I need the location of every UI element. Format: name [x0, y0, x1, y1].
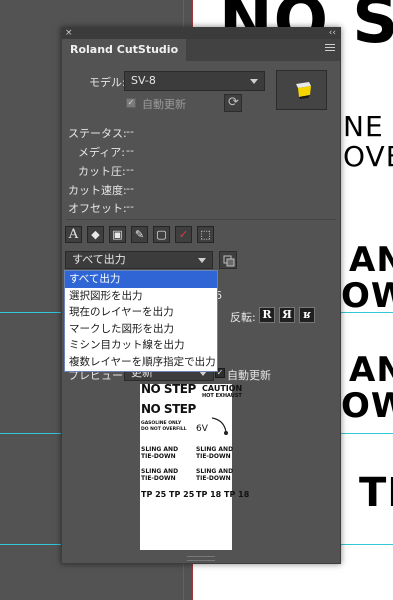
reverse-normal-button[interactable]: R [259, 307, 275, 323]
cyan-guide-4 [340, 433, 393, 434]
preview-caution: CAUTION [202, 384, 243, 393]
chevron-down-icon [198, 258, 206, 263]
output-mode-value: すべて出力 [72, 253, 126, 266]
dropdown-option-output-current-layer[interactable]: 現在のレイヤーを出力 [65, 304, 217, 321]
dropdown-option-output-layer-order[interactable]: 複数レイヤーを順序指定で出力 [65, 354, 217, 371]
pen-path-button[interactable]: ✎ [131, 226, 148, 243]
chevron-down-icon [199, 371, 207, 376]
cutter-device-button[interactable] [276, 70, 327, 110]
canvas-text-ow-2: OW [341, 386, 393, 426]
preview-sling-4: SLING AND [196, 468, 234, 475]
crop-marks-icon: ▢ [156, 228, 167, 241]
preview-no-step-2: NO STEP [141, 402, 196, 416]
eraser-button[interactable]: ◆ [87, 226, 104, 243]
group-shapes-button[interactable]: ▣ [109, 226, 126, 243]
cyan-guide-1 [0, 312, 62, 313]
canvas-text-tr: TR [359, 470, 393, 516]
model-select[interactable]: SV-8 [124, 71, 265, 91]
canvas-text-ne-c: NE C [343, 110, 393, 143]
preview-tp25: TP 25 TP 25 [141, 490, 195, 499]
preview-tp18: TP 18 TP 18 [196, 490, 250, 499]
preview-arc-mark [211, 417, 228, 435]
section-divider [66, 219, 336, 220]
copy-button[interactable] [219, 251, 237, 269]
tab-roland-cutstudio[interactable]: Roland CutStudio [62, 39, 187, 61]
preview-6v: 6V [196, 424, 208, 434]
cut-preview-area: NO STEP CAUTION HOT EXHAUST NO STEP GASO… [140, 382, 249, 550]
preview-tiedown-1: TIE-DOWN [141, 453, 176, 460]
cyan-guide-6 [340, 544, 393, 545]
collapse-icon[interactable]: ‹‹ [329, 28, 336, 39]
canvas-text-ow-1: OW [341, 276, 393, 316]
auto-update-top-checkbox[interactable]: ✓ [126, 98, 136, 108]
panel-tab-row: Roland CutStudio [62, 39, 340, 61]
text-outline-button[interactable]: A [65, 226, 82, 243]
cut-speed-label: カット速度: [68, 184, 127, 197]
cut-speed-value: -- [126, 182, 134, 195]
offset-value: -- [126, 200, 134, 213]
status-value: -- [126, 125, 134, 138]
preview-tiedown-3: TIE-DOWN [141, 475, 176, 482]
reverse-mirror-button[interactable]: Я [279, 307, 295, 323]
checkmark-icon: ✓ [178, 228, 189, 241]
preview-hot-exhaust: HOT EXHAUST [202, 393, 242, 399]
cyan-guide-2 [340, 312, 393, 313]
dropdown-option-output-marked[interactable]: マークした図形を出力 [65, 321, 217, 338]
preview-sling-2: SLING AND [196, 446, 234, 453]
cyan-guide-5 [0, 544, 62, 545]
crop-marks-button[interactable]: ▢ [153, 226, 170, 243]
canvas-text-an-1: AN [349, 240, 393, 280]
refresh-icon: ⟳ [228, 95, 239, 110]
dropdown-option-output-all[interactable]: すべて出力 [65, 271, 217, 288]
auto-update-top-label: 自動更新 [142, 98, 186, 111]
model-select-value: SV-8 [131, 74, 156, 87]
reverse-label: 反転: [230, 311, 256, 324]
preview-tiedown-4: TIE-DOWN [196, 475, 231, 482]
text-outline-icon: A [68, 227, 79, 242]
media-label: メディア: [78, 146, 125, 159]
output-mode-select[interactable]: すべて出力 [65, 251, 213, 269]
preview-do-not-overfill: DO NOT OVERFILL [141, 427, 187, 432]
selection-box-button[interactable]: ⬚ [197, 226, 214, 243]
checkmark-button[interactable]: ✓ [175, 226, 192, 243]
auto-update-bottom-label: 自動更新 [227, 369, 271, 382]
chevron-down-icon [250, 79, 258, 84]
panel-resize-grip[interactable] [187, 556, 215, 561]
preview-sling-1: SLING AND [141, 446, 179, 453]
cut-pressure-label: カット圧: [78, 165, 126, 178]
preview-no-step-1: NO STEP [141, 382, 196, 396]
media-value: -- [126, 144, 134, 157]
dropdown-option-output-perforation[interactable]: ミシン目カット線を出力 [65, 337, 217, 354]
model-label: モデル: [89, 76, 126, 89]
canvas-text-an-2: AN [349, 350, 393, 390]
panel-menu-icon[interactable] [325, 44, 335, 53]
panel-titlebar[interactable]: × ‹‹ [62, 28, 340, 39]
preview-sling-3: SLING AND [141, 468, 179, 475]
group-shapes-icon: ▣ [112, 228, 123, 241]
preview-gasoline-only: GASOLINE ONLY [141, 421, 182, 426]
pen-path-icon: ✎ [134, 228, 145, 241]
cut-pressure-value: -- [126, 163, 134, 176]
eraser-icon: ◆ [91, 228, 100, 241]
canvas-text-ove: OVE [343, 140, 393, 173]
offset-label: オフセット: [68, 202, 127, 215]
status-label: ステータス: [68, 127, 127, 140]
close-icon[interactable]: × [65, 28, 73, 39]
cyan-guide-3 [0, 433, 62, 434]
preview-tiedown-2: TIE-DOWN [196, 453, 231, 460]
cutstudio-panel: × ‹‹ Roland CutStudio モデル: SV-8 ✓ 自動更新 ⟳… [61, 27, 341, 564]
refresh-button[interactable]: ⟳ [224, 94, 242, 112]
dropdown-option-output-selected[interactable]: 選択図形を出力 [65, 288, 217, 305]
copy-icon [223, 255, 235, 267]
output-mode-dropdown-list: すべて出力 選択図形を出力 現在のレイヤーを出力 マークした図形を出力 ミシン目… [64, 270, 218, 372]
selection-box-icon: ⬚ [200, 228, 211, 241]
reverse-flip-button[interactable]: ʁ [299, 307, 315, 323]
cutter-device-icon [296, 82, 311, 99]
